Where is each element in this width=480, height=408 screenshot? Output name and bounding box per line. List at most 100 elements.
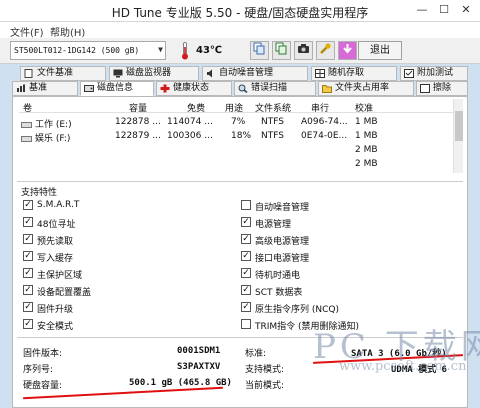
table-row[interactable]: 娱乐 (F:) 122879 ... 100306 ... 18% NTFS 0… — [19, 129, 459, 144]
monitor-icon — [113, 69, 123, 78]
col-free[interactable]: 免费 — [187, 101, 205, 114]
minimize-button[interactable]: — — [414, 3, 430, 17]
free-cell: 100306 ... — [167, 131, 213, 141]
eraser-icon — [420, 84, 430, 93]
drive-select[interactable]: ST500LT012-1DG142 (500 gB) ▼ — [10, 41, 166, 60]
tab-label: 基准 — [29, 83, 48, 93]
copy-info-icon[interactable] — [272, 41, 291, 60]
feature-label: 写入缓存 — [37, 254, 74, 264]
checkbox-checked-icon[interactable]: ✓ — [241, 234, 251, 244]
col-volume[interactable]: 卷 — [23, 101, 32, 114]
menu-file[interactable]: 文件(F) — [10, 24, 44, 39]
options-icon[interactable] — [316, 41, 335, 60]
col-capacity[interactable]: 容量 — [129, 101, 147, 114]
checkbox-checked-icon[interactable]: ✓ — [23, 200, 33, 210]
table-row[interactable]: 2 MB — [19, 157, 459, 171]
features-title: 支持特性 — [21, 188, 58, 198]
copy-info-icon-glyph — [275, 42, 287, 55]
checkbox-checked-icon[interactable]: ✓ — [241, 302, 251, 312]
partition-table-header: 卷 容量 免费 用途 文件系统 串行 校准 — [19, 99, 459, 114]
scrollbar-thumb[interactable] — [455, 111, 463, 141]
checkbox-checked-icon[interactable]: ✓ — [23, 319, 33, 329]
tab-disk-monitor[interactable]: 磁盘监视器 — [109, 66, 199, 81]
menu-bar: 文件(F) 帮助(H) — [0, 22, 480, 39]
disk-info-panel: 卷 容量 免费 用途 文件系统 串行 校准 工作 (E:) 122878 ...… — [12, 96, 480, 408]
menu-help[interactable]: 帮助(H) — [50, 24, 85, 39]
usage-cell: 7% — [231, 117, 246, 127]
feature-label: 高级电源管理 — [255, 237, 310, 247]
tab-file-benchmark[interactable]: 文件基准 — [20, 66, 106, 81]
health-cross-icon — [160, 84, 170, 93]
align-cell: 2 MB — [355, 145, 378, 155]
feature-label: 48位寻址 — [37, 220, 76, 230]
tab-random-access[interactable]: 随机存取 — [311, 66, 397, 81]
feature-label: 自动噪音管理 — [255, 203, 310, 213]
temperature-readout: 43℃ — [196, 45, 223, 56]
checkbox-checked-icon[interactable]: ✓ — [241, 268, 251, 278]
tab-label: 文件基准 — [37, 68, 74, 78]
grid-icon — [315, 69, 325, 78]
col-alignment[interactable]: 校准 — [355, 101, 373, 114]
tab-strip: 文件基准 磁盘监视器 自动噪音管理 随机存取 附加测试 基准 磁盘信息 健康状态… — [12, 66, 468, 98]
window-title: HD Tune 专业版 5.50 - 硬盘/固态硬盘实用程序 — [111, 6, 369, 20]
copy-icon[interactable] — [250, 41, 269, 60]
col-usage[interactable]: 用途 — [225, 101, 243, 114]
checkbox-unchecked-icon[interactable] — [241, 200, 251, 210]
checkbox-checked-icon[interactable]: ✓ — [241, 251, 251, 261]
tab-label: 健康状态 — [173, 83, 210, 93]
drive-select-value: ST500LT012-1DG142 (500 gB) — [14, 46, 140, 55]
feature-label: 安全模式 — [37, 322, 74, 332]
save-icon[interactable] — [338, 41, 357, 60]
feature-label: 固件升级 — [37, 305, 74, 315]
firmware-label: 固件版本: — [23, 349, 63, 359]
close-button[interactable]: ✕ — [458, 3, 474, 17]
capacity-cell: 122878 ... — [115, 117, 161, 127]
supported-mode-label: 支持模式: — [245, 365, 285, 375]
file-icon — [24, 69, 33, 78]
col-serial[interactable]: 串行 — [311, 101, 329, 114]
tab-error-scan[interactable]: 错误扫描 — [234, 81, 316, 96]
screenshot-icon[interactable] — [294, 41, 313, 60]
checkbox-checked-icon[interactable]: ✓ — [23, 217, 33, 227]
tab-label: 磁盘监视器 — [126, 68, 172, 78]
disk-icon — [84, 85, 94, 92]
checkbox-unchecked-icon[interactable] — [241, 319, 251, 329]
capacity-cell: 122879 ... — [115, 131, 161, 141]
table-scrollbar[interactable] — [453, 99, 463, 173]
tab-label: 文件夹占用率 — [335, 83, 390, 93]
tab-folder-usage[interactable]: 文件夹占用率 — [318, 81, 414, 96]
tab-disk-info[interactable]: 磁盘信息 — [80, 81, 154, 96]
tab-extra-tests[interactable]: 附加测试 — [400, 66, 468, 81]
checkbox-checked-icon[interactable]: ✓ — [23, 302, 33, 312]
checkbox-checked-icon[interactable]: ✓ — [241, 217, 251, 227]
tab-label: 随机存取 — [328, 68, 365, 78]
free-cell: 114074 ... — [167, 117, 213, 127]
serial-cell: 0E74-0E... — [301, 131, 348, 141]
col-filesystem[interactable]: 文件系统 — [255, 101, 291, 114]
tab-aam[interactable]: 自动噪音管理 — [202, 66, 308, 81]
camera-icon — [298, 44, 309, 53]
feature-label: 预先读取 — [37, 237, 74, 247]
tab-health[interactable]: 健康状态 — [156, 81, 232, 96]
table-row[interactable]: 工作 (E:) 122878 ... 114074 ... 7% NTFS A0… — [19, 115, 459, 130]
tab-label: 错误扫描 — [251, 83, 288, 93]
tab-label: 自动噪音管理 — [219, 68, 274, 78]
checkbox-checked-icon[interactable]: ✓ — [23, 285, 33, 295]
exit-button[interactable]: 退出 — [358, 41, 402, 60]
align-cell: 1 MB — [355, 131, 378, 141]
tab-erase[interactable]: 擦除 — [416, 81, 468, 96]
align-cell: 2 MB — [355, 159, 378, 169]
feature-label: 接口电源管理 — [255, 254, 310, 264]
checkbox-checked-icon[interactable]: ✓ — [23, 268, 33, 278]
table-row[interactable]: 2 MB — [19, 143, 459, 157]
download-arrow-icon — [343, 44, 352, 54]
checkbox-checked-icon[interactable]: ✓ — [23, 251, 33, 261]
maximize-button[interactable]: ☐ — [436, 3, 452, 17]
tab-benchmark[interactable]: 基准 — [12, 81, 78, 96]
align-cell: 1 MB — [355, 117, 378, 127]
chevron-down-icon: ▼ — [158, 45, 163, 54]
tab-label: 磁盘信息 — [97, 83, 134, 93]
checkbox-checked-icon[interactable]: ✓ — [241, 285, 251, 295]
watermark-url: www.pcsoft.com.cn — [339, 359, 467, 374]
checkbox-checked-icon[interactable]: ✓ — [23, 234, 33, 244]
